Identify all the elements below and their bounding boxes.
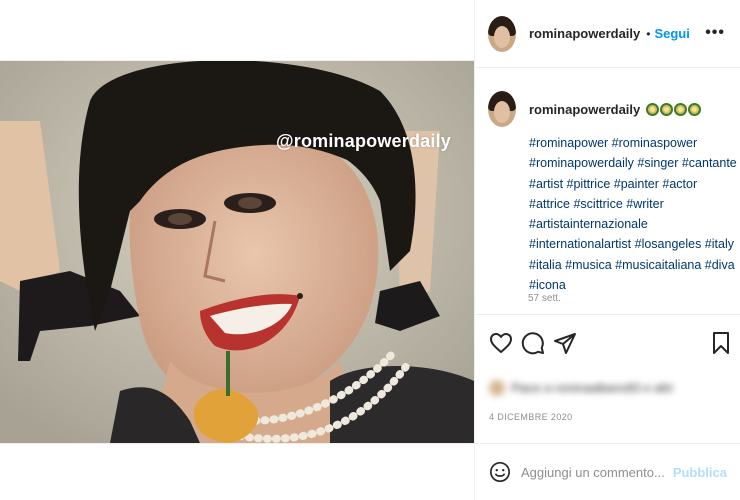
avatar[interactable] bbox=[488, 15, 516, 52]
action-bar bbox=[489, 331, 729, 357]
sunflower-icon bbox=[646, 102, 702, 116]
comment-input[interactable] bbox=[521, 464, 681, 480]
follow-button[interactable]: Segui bbox=[654, 26, 689, 41]
paper-plane-icon[interactable] bbox=[553, 331, 577, 355]
separator-dot: • bbox=[646, 26, 651, 41]
post-side-panel: rominapowerdaily • Segui ••• rominapower… bbox=[474, 0, 740, 500]
caption-hashtags[interactable]: #rominapower #rominaspower #rominapowerd… bbox=[529, 133, 739, 295]
post-bottom-band bbox=[0, 443, 474, 500]
likes-text: Piace a rominaalbano83 e altri bbox=[511, 381, 674, 395]
post-photo[interactable]: @rominapowerdaily bbox=[0, 61, 474, 443]
post-header: rominapowerdaily • Segui ••• bbox=[475, 0, 740, 68]
caption: rominapowerdaily #rominapower #rominaspo… bbox=[488, 91, 737, 295]
likes-summary[interactable]: Piace a rominaalbano83 e altri bbox=[489, 378, 673, 398]
post-time[interactable]: 57 sett. bbox=[528, 293, 561, 304]
post-top-band bbox=[0, 0, 474, 61]
post-image-illustration bbox=[0, 61, 474, 443]
header-username[interactable]: rominapowerdaily bbox=[529, 26, 640, 41]
publish-button[interactable]: Pubblica bbox=[673, 465, 727, 480]
emoji-icon[interactable] bbox=[489, 461, 511, 483]
heart-icon[interactable] bbox=[489, 331, 513, 355]
caption-username[interactable]: rominapowerdaily bbox=[529, 102, 640, 117]
photo-watermark: @rominapowerdaily bbox=[276, 131, 451, 151]
more-options-icon[interactable]: ••• bbox=[705, 24, 725, 42]
caption-avatar[interactable] bbox=[488, 91, 516, 127]
post-date[interactable]: 4 DICEMBRE 2020 bbox=[489, 412, 573, 422]
comment-icon[interactable] bbox=[521, 331, 545, 355]
divider bbox=[475, 314, 740, 315]
liker-avatar bbox=[489, 380, 505, 396]
bookmark-icon[interactable] bbox=[709, 331, 733, 355]
